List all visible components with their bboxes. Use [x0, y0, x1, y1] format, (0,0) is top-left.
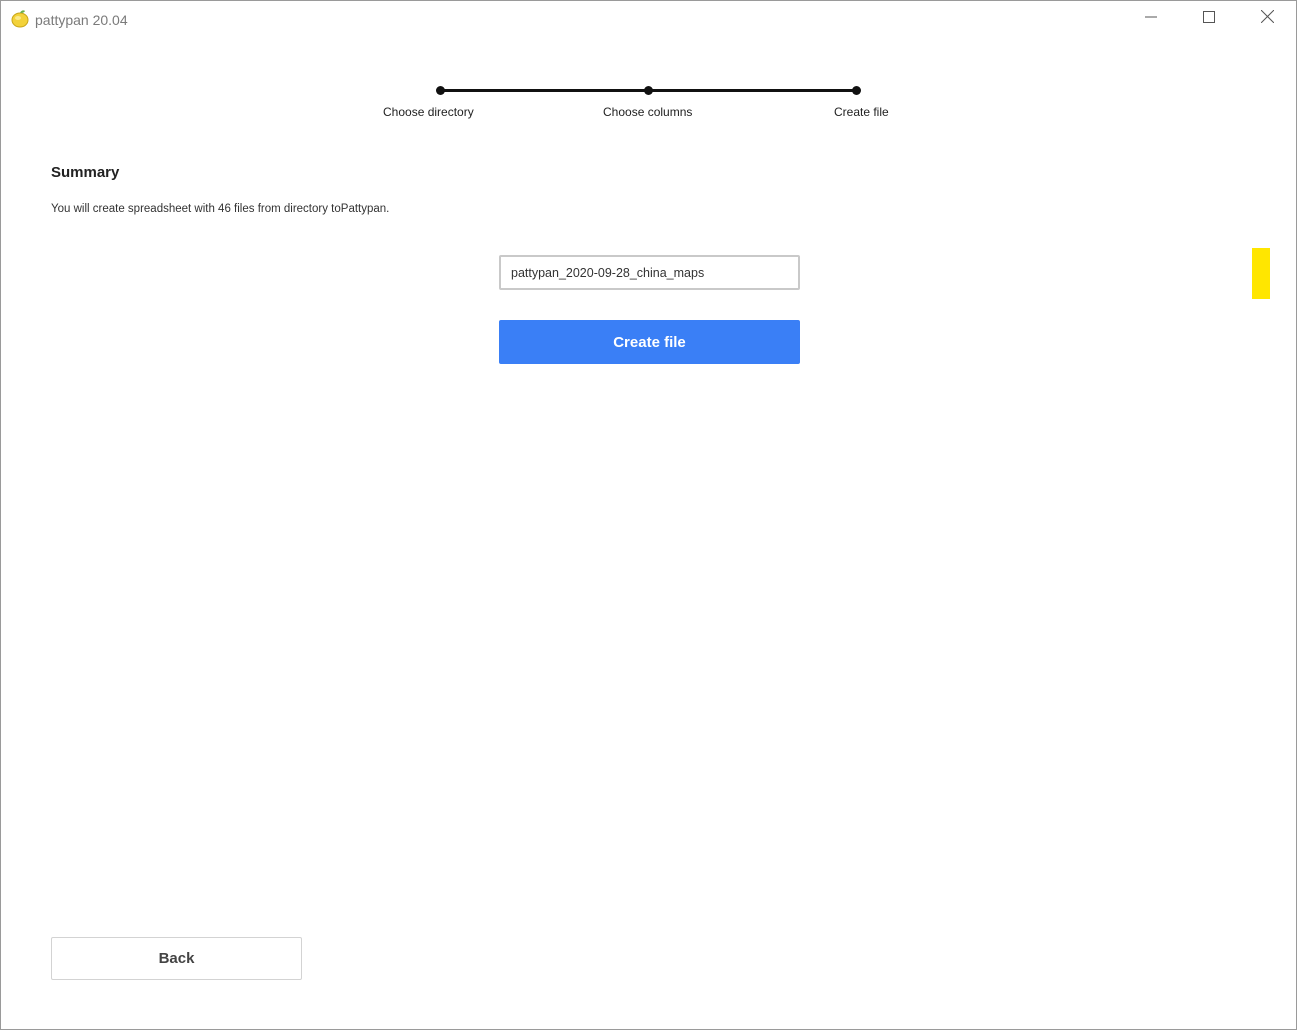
- step-label-choose-directory: Choose directory: [383, 105, 474, 119]
- step-dot-choose-columns: [644, 86, 653, 95]
- yellow-marker: [1252, 248, 1270, 299]
- back-button[interactable]: Back: [51, 937, 302, 980]
- app-window: pattypan 20.04 Choose directory Choose c…: [0, 0, 1297, 1030]
- step-label-choose-columns: Choose columns: [603, 105, 693, 119]
- summary-heading: Summary: [51, 164, 120, 181]
- create-file-button[interactable]: Create file: [499, 320, 800, 364]
- step-dot-choose-directory: [436, 86, 445, 95]
- progress-stepper: Choose directory Choose columns Create f…: [1, 1, 1297, 131]
- summary-text: You will create spreadsheet with 46 file…: [51, 203, 390, 215]
- step-label-create-file: Create file: [834, 105, 889, 119]
- filename-input[interactable]: [499, 255, 800, 290]
- step-dot-create-file: [852, 86, 861, 95]
